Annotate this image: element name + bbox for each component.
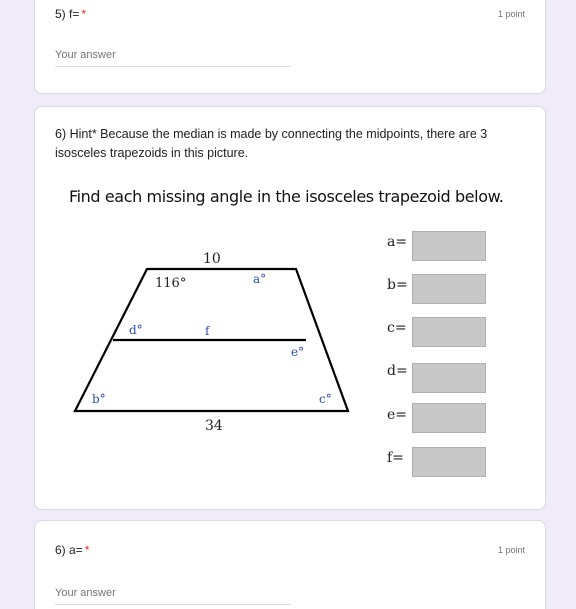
answer-label-b: b= [387, 277, 408, 293]
angle-a-label: a° [253, 272, 266, 286]
angle-c-label: c° [319, 392, 332, 406]
median-f-label: f [205, 324, 211, 338]
question-label: 5) f= [55, 7, 80, 21]
answer-label-f: f= [387, 450, 404, 466]
top-base-label: 10 [203, 251, 221, 267]
question-card-5: 5) f= * 1 point [34, 0, 546, 94]
question-title: 6) a= * [55, 543, 89, 557]
question-label: 6) a= [55, 543, 83, 557]
angle-d-label: d° [129, 323, 143, 337]
required-asterisk: * [81, 7, 87, 21]
answer-box-e [412, 403, 486, 433]
question-title: 5) f= * [55, 7, 86, 21]
required-asterisk: * [84, 543, 90, 557]
answer-box-a [412, 231, 486, 261]
answer-box-b [412, 274, 486, 304]
answer-label-e: e= [387, 407, 408, 423]
answer-box-f [412, 447, 486, 477]
answer-box-d [412, 363, 486, 393]
question-card-6-hint: 6) Hint* Because the median is made by c… [34, 106, 546, 510]
question-card-6a: 6) a= * 1 point [34, 520, 546, 609]
answer-label-c: c= [387, 320, 407, 336]
points-label: 1 point [497, 545, 525, 555]
answer-label-a: a= [387, 234, 408, 250]
trapezoid-figure: Find each missing angle in the isosceles… [55, 181, 529, 487]
question-description: 6) Hint* Because the median is made by c… [55, 127, 488, 160]
answer-input[interactable] [55, 587, 291, 605]
angle-b-label: b° [92, 392, 106, 406]
bottom-base-label: 34 [205, 418, 223, 434]
answer-box-c [412, 317, 486, 347]
answer-input[interactable] [55, 49, 291, 67]
answer-label-d: d= [387, 363, 408, 379]
points-label: 1 point [497, 9, 525, 19]
angle-116-label: 116° [155, 276, 186, 291]
angle-e-label: e° [291, 345, 304, 359]
